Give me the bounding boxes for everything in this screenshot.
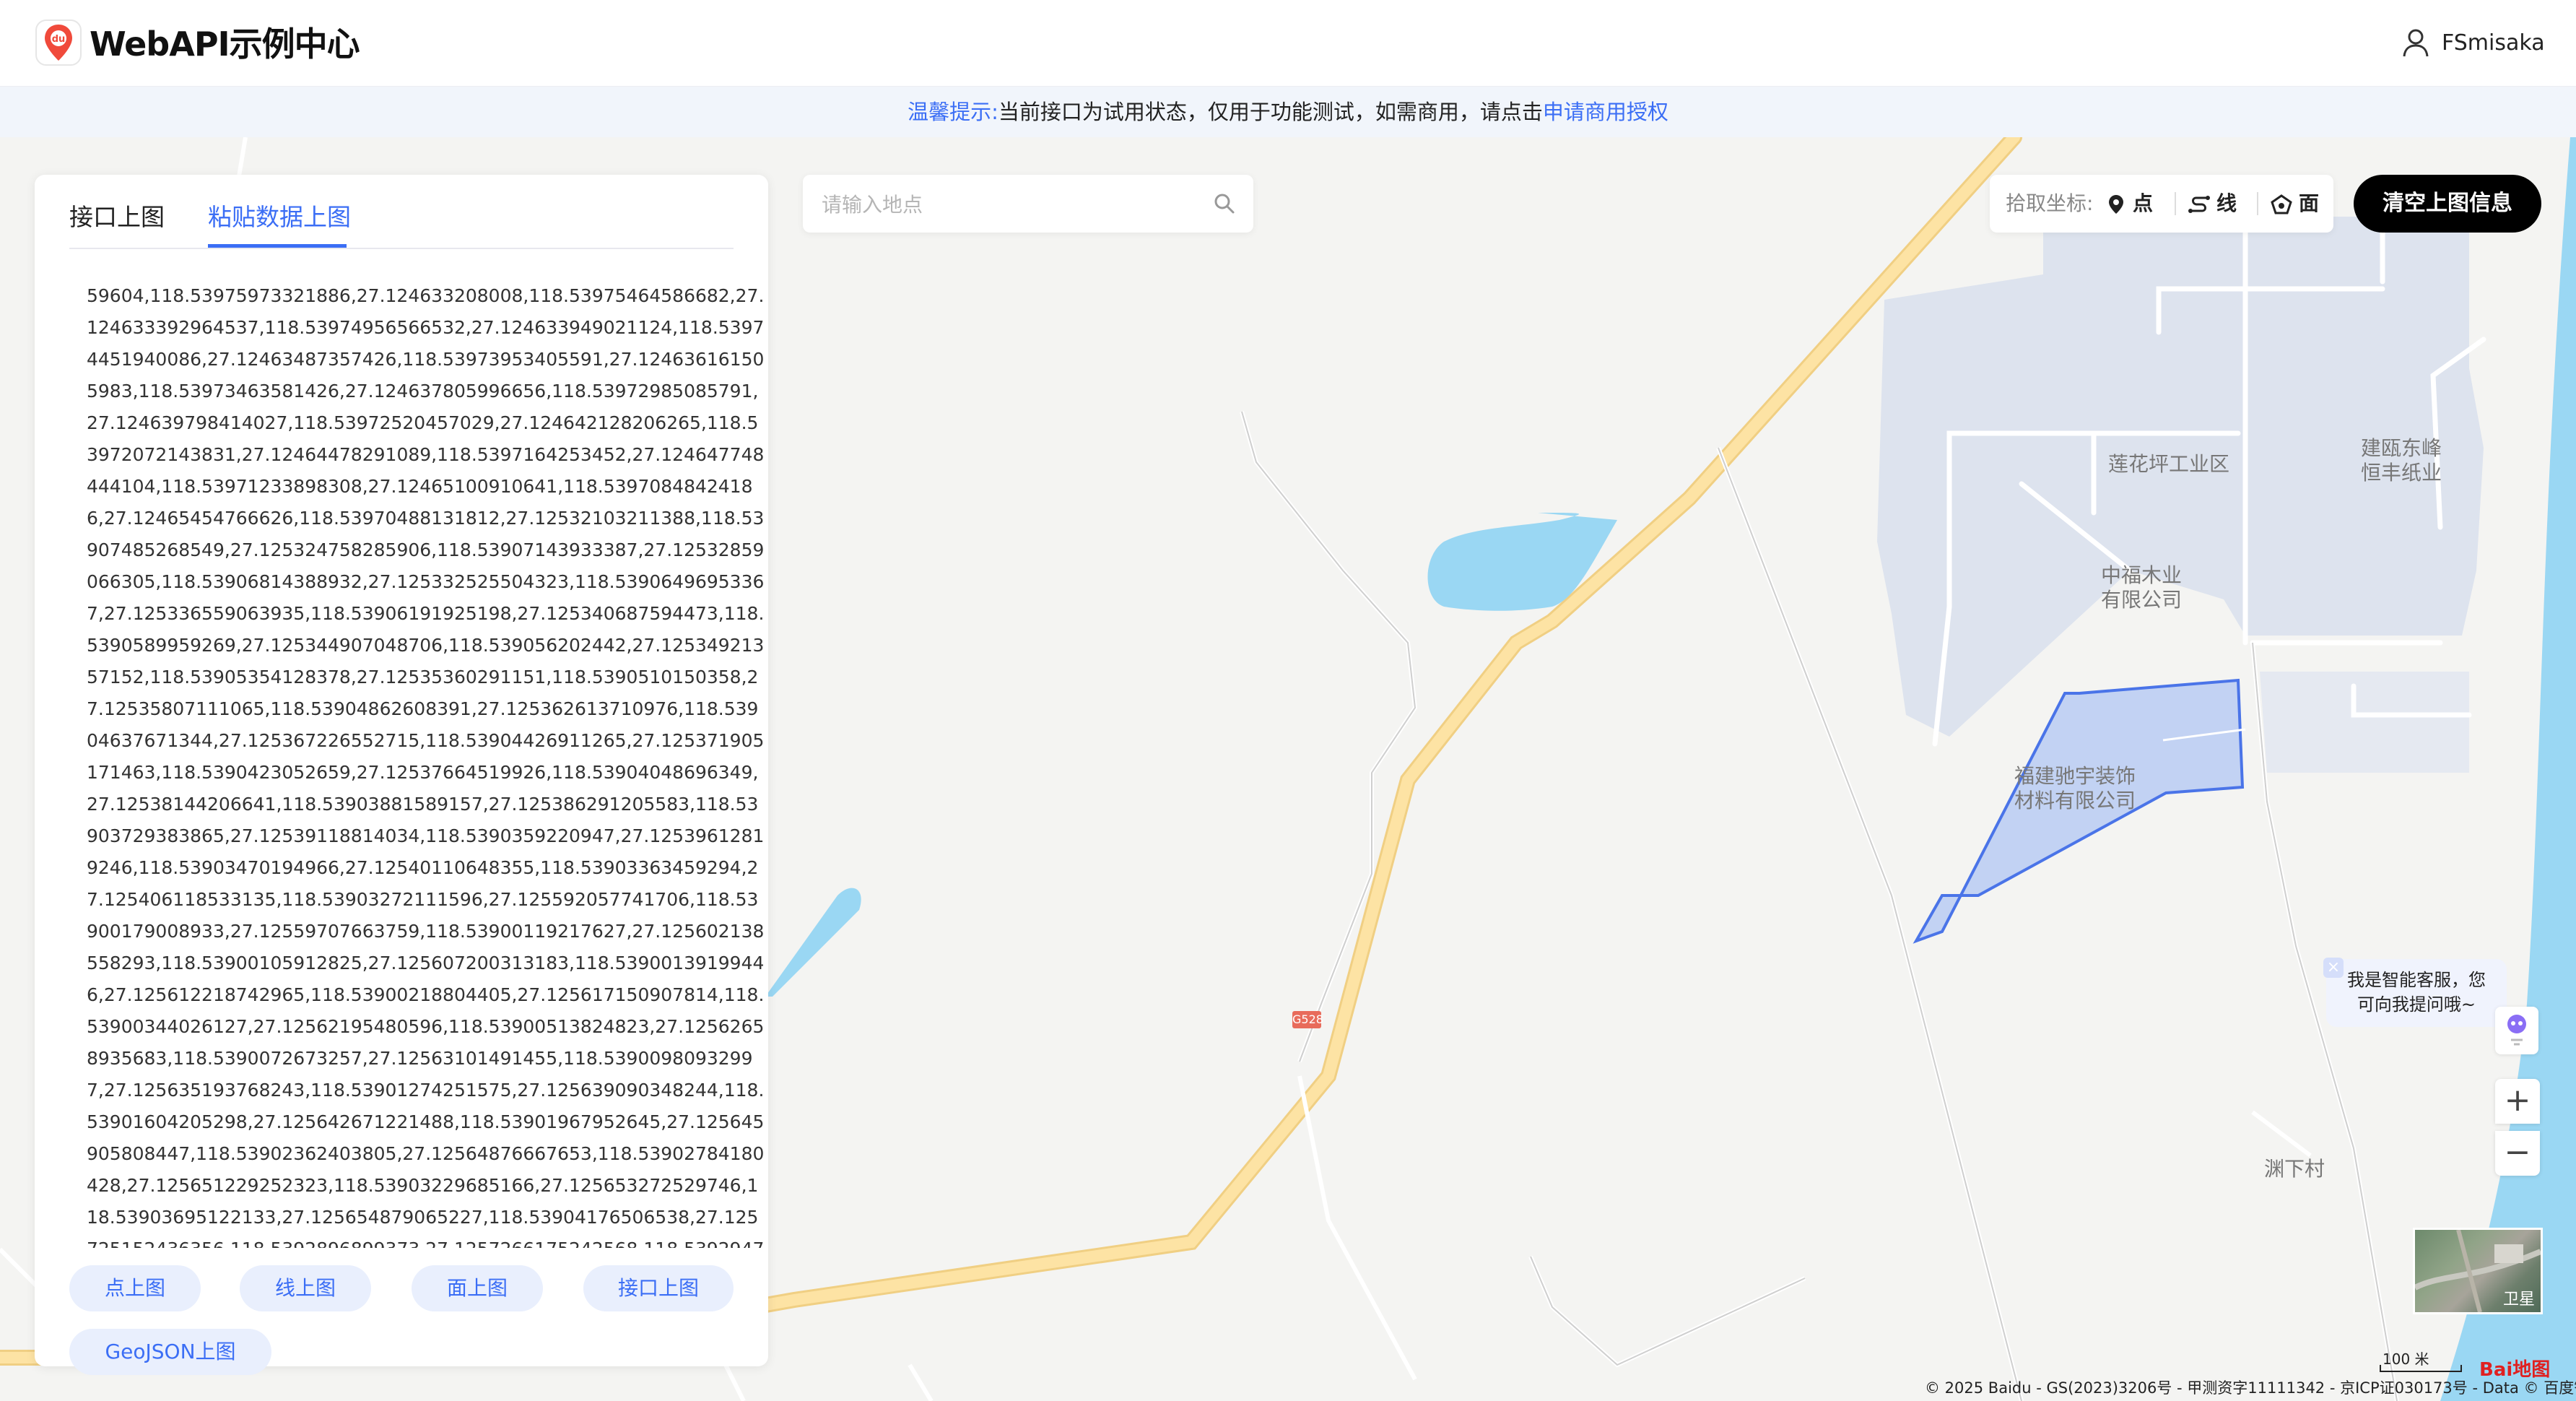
road-shield-g528: G528 [1292,1011,1323,1028]
label-fujian-line2: 材料有限公司 [2014,789,2136,812]
picker-divider [2175,192,2176,215]
plot-point-button[interactable]: 点上图 [69,1265,201,1311]
pick-line-button[interactable]: 线 [2188,191,2237,217]
chat-robot-icon[interactable] [2495,1007,2538,1054]
user-icon[interactable] [2398,26,2433,61]
plot-api-button[interactable]: 接口上图 [583,1265,734,1311]
tab-paste-data[interactable]: 粘贴数据上图 [208,199,351,235]
map-copyright: © 2025 Baidu - GS(2023)3206号 - 甲测资字11111… [1925,1379,2576,1397]
clear-map-button[interactable]: 清空上图信息 [2354,175,2541,233]
notice-text: 当前接口为试用状态，仅用于功能测试，如需商用，请点击 [998,100,1543,124]
assistant-line2: 可向我提问哦~ [2357,994,2476,1015]
label-industrial-zone: 莲花坪工业区 [2108,452,2230,476]
baidu-map-logo[interactable]: du [35,19,82,66]
top-bar: du WebAPI示例中心 FSmisaka [0,0,2576,87]
search-input[interactable] [820,182,1198,227]
plot-line-button[interactable]: 线上图 [240,1265,371,1311]
polyline-icon [2188,196,2210,213]
pick-point-label: 点 [2133,191,2154,215]
satellite-toggle[interactable]: 卫星 [2413,1228,2543,1314]
scale-label: 100 米 [2383,1350,2429,1368]
search-icon[interactable] [1213,192,1236,215]
plot-polygon-button[interactable]: 面上图 [412,1265,543,1311]
apply-license-link[interactable]: 申请商用授权 [1543,100,1668,124]
label-village: 渊下村 [2264,1157,2325,1181]
label-zhongfu-line2: 有限公司 [2101,588,2183,612]
polygon-icon [2271,194,2292,214]
picker-divider [2257,192,2258,215]
close-icon[interactable]: × [2323,958,2344,978]
tab-divider [69,248,734,249]
location-pin-icon [2109,195,2123,214]
notice-prefix: 温馨提示: [908,100,998,124]
notice-bar: 温馨提示:当前接口为试用状态，仅用于功能测试，如需商用，请点击申请商用授权 [0,87,2576,137]
zoom-in-button[interactable]: + [2495,1079,2540,1124]
active-tab-indicator [208,244,347,248]
coordinate-picker: 拾取坐标: 点 线 面 [1990,175,2333,233]
pick-line-label: 线 [2216,191,2237,215]
assistant-bubble[interactable]: × 我是智能客服，您 可向我提问哦~ [2323,958,2507,1027]
app-title: WebAPI示例中心 [90,25,360,64]
pick-point-button[interactable]: 点 [2105,191,2153,217]
label-jianou-line1: 建瓯东峰 [2361,436,2442,460]
coordinate-picker-label: 拾取坐标: [2006,191,2094,215]
pick-polygon-button[interactable]: 面 [2270,191,2319,217]
label-jianou-line2: 恒丰纸业 [2361,461,2442,485]
logo-text: du [52,34,66,45]
pick-polygon-label: 面 [2299,191,2320,215]
search-box [803,175,1253,233]
plot-geojson-button[interactable]: GeoJSON上图 [69,1329,271,1375]
label-zhongfu-line1: 中福木业 [2101,563,2183,587]
zoom-out-button[interactable]: − [2495,1131,2540,1176]
satellite-label: 卫星 [2502,1291,2535,1309]
tab-api-upload[interactable]: 接口上图 [69,199,165,235]
coordinate-data-input[interactable]: 59604,118.53975973321886,27.124633208008… [69,280,768,1248]
username[interactable]: FSmisaka [2442,29,2545,58]
data-panel: 接口上图 粘贴数据上图 59604,118.53975973321886,27.… [35,175,768,1375]
label-fujian-line1: 福建驰宇装饰 [2014,764,2136,788]
assistant-line1: 我是智能客服，您 [2347,970,2486,990]
